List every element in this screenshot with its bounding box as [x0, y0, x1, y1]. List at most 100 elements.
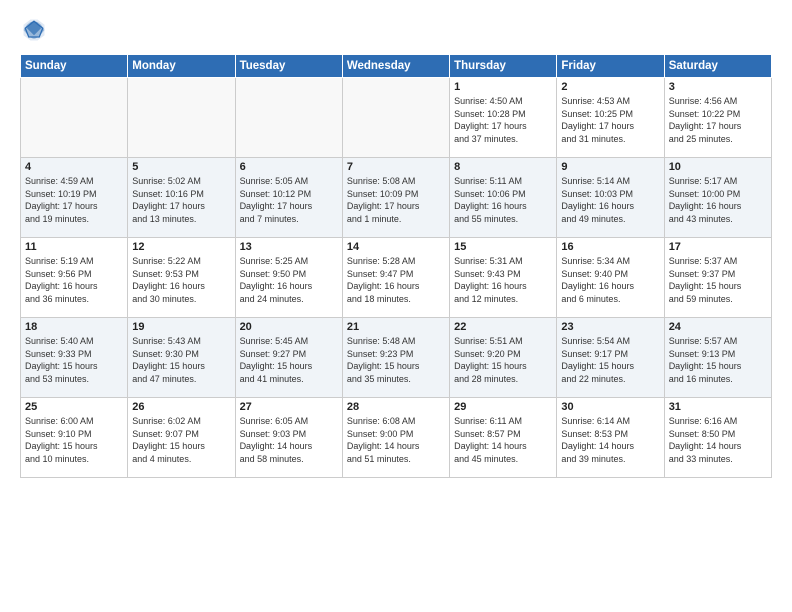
calendar-page: SundayMondayTuesdayWednesdayThursdayFrid… [0, 0, 792, 612]
day-info: Sunrise: 5:11 AM Sunset: 10:06 PM Daylig… [454, 175, 552, 225]
day-info: Sunrise: 5:25 AM Sunset: 9:50 PM Dayligh… [240, 255, 338, 305]
day-number: 15 [454, 241, 552, 253]
calendar-day-cell: 6 Sunrise: 5:05 AM Sunset: 10:12 PM Dayli… [235, 158, 342, 238]
calendar-day-cell: 19Sunrise: 5:43 AM Sunset: 9:30 PM Dayli… [128, 318, 235, 398]
day-number: 2 [561, 81, 659, 93]
calendar-day-cell: 11Sunrise: 5:19 AM Sunset: 9:56 PM Dayli… [21, 238, 128, 318]
day-number: 14 [347, 241, 445, 253]
calendar-table: SundayMondayTuesdayWednesdayThursdayFrid… [20, 54, 772, 478]
day-number: 30 [561, 401, 659, 413]
day-info: Sunrise: 5:37 AM Sunset: 9:37 PM Dayligh… [669, 255, 767, 305]
day-info: Sunrise: 5:34 AM Sunset: 9:40 PM Dayligh… [561, 255, 659, 305]
day-info: Sunrise: 5:28 AM Sunset: 9:47 PM Dayligh… [347, 255, 445, 305]
calendar-day-cell: 13 Sunrise: 5:25 AM Sunset: 9:50 PM Dayli… [235, 238, 342, 318]
calendar-day-cell: 5 Sunrise: 5:02 AM Sunset: 10:16 PM Dayli… [128, 158, 235, 238]
weekday-header: Friday [557, 55, 664, 78]
day-info: Sunrise: 4:50 AM Sunset: 10:28 PM Daylig… [454, 95, 552, 145]
calendar-day-cell: 30 Sunrise: 6:14 AM Sunset: 8:53 PM Dayli… [557, 398, 664, 478]
logo [20, 16, 52, 44]
day-number: 5 [132, 161, 230, 173]
day-info: Sunrise: 5:05 AM Sunset: 10:12 PM Daylig… [240, 175, 338, 225]
day-info: Sunrise: 4:59 AM Sunset: 10:19 PM Daylig… [25, 175, 123, 225]
calendar-day-cell: 2 Sunrise: 4:53 AM Sunset: 10:25 PM Dayli… [557, 78, 664, 158]
calendar-day-cell: 21 Sunrise: 5:48 AM Sunset: 9:23 PM Dayli… [342, 318, 449, 398]
calendar-day-cell: 22 Sunrise: 5:51 AM Sunset: 9:20 PM Dayli… [450, 318, 557, 398]
calendar-week-row: 4 Sunrise: 4:59 AM Sunset: 10:19 PM Dayli… [21, 158, 772, 238]
calendar-week-row: 1 Sunrise: 4:50 AM Sunset: 10:28 PM Dayli… [21, 78, 772, 158]
calendar-day-cell: 16 Sunrise: 5:34 AM Sunset: 9:40 PM Dayli… [557, 238, 664, 318]
day-number: 24 [669, 321, 767, 333]
calendar-day-cell: 28 Sunrise: 6:08 AM Sunset: 9:00 PM Dayli… [342, 398, 449, 478]
day-number: 20 [240, 321, 338, 333]
calendar-day-cell: 14 Sunrise: 5:28 AM Sunset: 9:47 PM Dayli… [342, 238, 449, 318]
weekday-header: Wednesday [342, 55, 449, 78]
calendar-day-cell [342, 78, 449, 158]
day-info: Sunrise: 4:56 AM Sunset: 10:22 PM Daylig… [669, 95, 767, 145]
logo-icon [20, 16, 48, 44]
day-info: Sunrise: 5:40 AM Sunset: 9:33 PM Dayligh… [25, 335, 123, 385]
calendar-day-cell [235, 78, 342, 158]
calendar-day-cell: 3 Sunrise: 4:56 AM Sunset: 10:22 PM Dayli… [664, 78, 771, 158]
day-info: Sunrise: 6:14 AM Sunset: 8:53 PM Dayligh… [561, 415, 659, 465]
calendar-day-cell: 17 Sunrise: 5:37 AM Sunset: 9:37 PM Dayli… [664, 238, 771, 318]
day-number: 29 [454, 401, 552, 413]
day-info: Sunrise: 5:19 AM Sunset: 9:56 PM Dayligh… [25, 255, 123, 305]
day-info: Sunrise: 5:22 AM Sunset: 9:53 PM Dayligh… [132, 255, 230, 305]
day-number: 13 [240, 241, 338, 253]
day-number: 17 [669, 241, 767, 253]
day-info: Sunrise: 6:16 AM Sunset: 8:50 PM Dayligh… [669, 415, 767, 465]
day-number: 3 [669, 81, 767, 93]
calendar-day-cell: 29 Sunrise: 6:11 AM Sunset: 8:57 PM Dayli… [450, 398, 557, 478]
calendar-day-cell: 31Sunrise: 6:16 AM Sunset: 8:50 PM Dayli… [664, 398, 771, 478]
calendar-day-cell [21, 78, 128, 158]
calendar-day-cell: 25 Sunrise: 6:00 AM Sunset: 9:10 PM Dayli… [21, 398, 128, 478]
day-number: 16 [561, 241, 659, 253]
weekday-header-row: SundayMondayTuesdayWednesdayThursdayFrid… [21, 55, 772, 78]
day-info: Sunrise: 4:53 AM Sunset: 10:25 PM Daylig… [561, 95, 659, 145]
weekday-header: Tuesday [235, 55, 342, 78]
day-info: Sunrise: 5:48 AM Sunset: 9:23 PM Dayligh… [347, 335, 445, 385]
day-number: 26 [132, 401, 230, 413]
day-info: Sunrise: 5:31 AM Sunset: 9:43 PM Dayligh… [454, 255, 552, 305]
calendar-day-cell: 1 Sunrise: 4:50 AM Sunset: 10:28 PM Dayli… [450, 78, 557, 158]
day-info: Sunrise: 5:14 AM Sunset: 10:03 PM Daylig… [561, 175, 659, 225]
day-info: Sunrise: 6:05 AM Sunset: 9:03 PM Dayligh… [240, 415, 338, 465]
day-number: 12 [132, 241, 230, 253]
day-info: Sunrise: 6:00 AM Sunset: 9:10 PM Dayligh… [25, 415, 123, 465]
day-info: Sunrise: 5:51 AM Sunset: 9:20 PM Dayligh… [454, 335, 552, 385]
calendar-day-cell: 15 Sunrise: 5:31 AM Sunset: 9:43 PM Dayli… [450, 238, 557, 318]
day-number: 8 [454, 161, 552, 173]
calendar-day-cell: 18Sunrise: 5:40 AM Sunset: 9:33 PM Dayli… [21, 318, 128, 398]
calendar-day-cell: 9Sunrise: 5:14 AM Sunset: 10:03 PM Dayli… [557, 158, 664, 238]
day-info: Sunrise: 6:08 AM Sunset: 9:00 PM Dayligh… [347, 415, 445, 465]
calendar-week-row: 25 Sunrise: 6:00 AM Sunset: 9:10 PM Dayli… [21, 398, 772, 478]
weekday-header: Thursday [450, 55, 557, 78]
calendar-day-cell: 27 Sunrise: 6:05 AM Sunset: 9:03 PM Dayli… [235, 398, 342, 478]
calendar-day-cell: 7Sunrise: 5:08 AM Sunset: 10:09 PM Dayli… [342, 158, 449, 238]
day-info: Sunrise: 6:11 AM Sunset: 8:57 PM Dayligh… [454, 415, 552, 465]
day-info: Sunrise: 5:02 AM Sunset: 10:16 PM Daylig… [132, 175, 230, 225]
day-number: 22 [454, 321, 552, 333]
weekday-header: Monday [128, 55, 235, 78]
calendar-week-row: 18Sunrise: 5:40 AM Sunset: 9:33 PM Dayli… [21, 318, 772, 398]
day-info: Sunrise: 5:45 AM Sunset: 9:27 PM Dayligh… [240, 335, 338, 385]
day-number: 28 [347, 401, 445, 413]
day-info: Sunrise: 6:02 AM Sunset: 9:07 PM Dayligh… [132, 415, 230, 465]
calendar-day-cell: 20 Sunrise: 5:45 AM Sunset: 9:27 PM Dayli… [235, 318, 342, 398]
calendar-day-cell: 24 Sunrise: 5:57 AM Sunset: 9:13 PM Dayli… [664, 318, 771, 398]
calendar-week-row: 11Sunrise: 5:19 AM Sunset: 9:56 PM Dayli… [21, 238, 772, 318]
calendar-day-cell: 10Sunrise: 5:17 AM Sunset: 10:00 PM Dayl… [664, 158, 771, 238]
day-number: 25 [25, 401, 123, 413]
day-number: 6 [240, 161, 338, 173]
day-number: 27 [240, 401, 338, 413]
calendar-day-cell: 23Sunrise: 5:54 AM Sunset: 9:17 PM Dayli… [557, 318, 664, 398]
day-number: 21 [347, 321, 445, 333]
day-number: 1 [454, 81, 552, 93]
day-info: Sunrise: 5:57 AM Sunset: 9:13 PM Dayligh… [669, 335, 767, 385]
day-info: Sunrise: 5:17 AM Sunset: 10:00 PM Daylig… [669, 175, 767, 225]
header [20, 16, 772, 44]
day-number: 4 [25, 161, 123, 173]
day-info: Sunrise: 5:43 AM Sunset: 9:30 PM Dayligh… [132, 335, 230, 385]
day-info: Sunrise: 5:08 AM Sunset: 10:09 PM Daylig… [347, 175, 445, 225]
weekday-header: Saturday [664, 55, 771, 78]
